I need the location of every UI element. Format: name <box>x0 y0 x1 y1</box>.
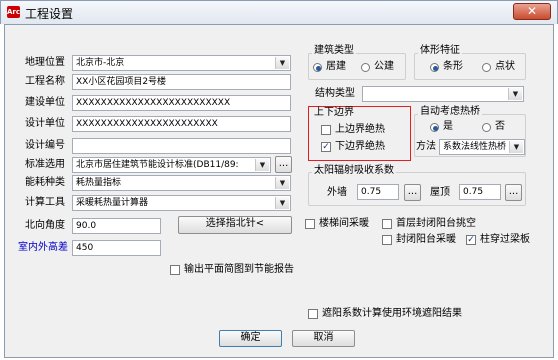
window-title: 工程设置 <box>25 7 74 21</box>
build-unit-field[interactable]: XXXXXXXXXXXXXXXXXXXXXXXXX <box>72 95 291 111</box>
energy-type-select[interactable]: 耗热量指标 ▼ <box>72 175 291 191</box>
column-beam-checkbox[interactable]: ✓ <box>466 235 476 245</box>
chevron-down-icon[interactable]: ▼ <box>255 159 269 171</box>
chevron-down-icon[interactable]: ▼ <box>509 141 523 153</box>
calc-tool-select[interactable]: 采暖耗热量计算器 ▼ <box>72 195 291 211</box>
roof-absorb-field[interactable]: 0.75 <box>459 184 501 200</box>
first-floor-balcony-label: 首层封闭阳台挑空 <box>396 218 476 229</box>
chevron-down-icon[interactable]: ▼ <box>275 57 289 69</box>
standard-browse-button[interactable]: ... <box>275 156 292 173</box>
structure-type-label: 结构类型 <box>315 88 355 99</box>
body-feature-radio-point[interactable] <box>482 63 491 72</box>
building-type-radio-public[interactable] <box>361 63 370 72</box>
chevron-down-icon[interactable]: ▼ <box>275 177 289 189</box>
structure-type-select[interactable]: ▼ <box>362 86 524 102</box>
building-type-residential-label: 居建 <box>326 61 346 72</box>
height-diff-field[interactable]: 450 <box>72 240 161 256</box>
thermal-bridge-radio-no[interactable] <box>482 123 491 132</box>
height-diff-label: 室内外高差 <box>18 242 68 253</box>
north-angle-field[interactable]: 90.0 <box>72 218 161 234</box>
stairwell-heating-label: 楼梯间采暖 <box>319 218 369 229</box>
upper-boundary-label: 上边界绝热 <box>335 124 385 135</box>
closed-balcony-heating-checkbox[interactable] <box>382 235 392 245</box>
thermal-bridge-yes-label: 是 <box>443 121 453 132</box>
design-no-label: 设计编号 <box>25 140 65 151</box>
roof-label: 屋顶 <box>430 187 450 198</box>
app-icon: Arc <box>7 6 21 18</box>
standard-select[interactable]: 北京市居住建筑节能设计标准(DB11/89: ▼ <box>72 157 271 173</box>
build-unit-label: 建设单位 <box>25 97 65 108</box>
energy-type-label: 能耗种类 <box>25 177 65 188</box>
energy-type-value: 耗热量指标 <box>76 178 122 188</box>
project-name-label: 工程名称 <box>25 76 65 87</box>
chevron-down-icon[interactable]: ▼ <box>508 88 522 100</box>
title-bar: Arc 工程设置 ✕ <box>0 0 558 24</box>
project-name-field[interactable]: XX小区花园项目2号楼 <box>72 74 291 90</box>
design-unit-field[interactable]: XXXXXXXXXXXXXXXXXXXXXXX <box>72 116 291 132</box>
location-select[interactable]: 北京市-北京 ▼ <box>72 55 291 71</box>
cancel-button[interactable]: 取消 <box>292 330 355 347</box>
solar-title: 太阳辐射吸收系数 <box>312 165 396 177</box>
stairwell-heating-checkbox[interactable] <box>305 219 315 229</box>
boundary-title: 上下边界 <box>312 107 356 119</box>
standard-value: 北京市居住建筑节能设计标准(DB11/89: <box>76 160 239 170</box>
column-beam-label: 柱穿过梁板 <box>480 234 530 245</box>
roof-browse-button[interactable]: ... <box>505 184 522 201</box>
first-floor-balcony-checkbox[interactable] <box>382 219 392 229</box>
body-feature-point-label: 点状 <box>495 61 515 72</box>
calc-tool-label: 计算工具 <box>25 197 65 208</box>
method-value: 系数法线性热桥 <box>443 142 507 152</box>
export-report-checkbox[interactable] <box>170 265 180 275</box>
lower-boundary-label: 下边界绝热 <box>335 141 385 152</box>
method-select[interactable]: 系数法线性热桥 ▼ <box>439 139 525 155</box>
wall-absorb-field[interactable]: 0.75 <box>357 184 399 200</box>
building-type-radio-residential[interactable] <box>313 63 322 72</box>
export-report-label: 输出平面简图到节能报告 <box>184 264 294 275</box>
design-no-field[interactable] <box>72 138 291 154</box>
shading-env-label: 遮阳系数计算使用环境遮阳结果 <box>322 308 462 319</box>
ok-button[interactable]: 确定 <box>219 330 282 347</box>
north-angle-label: 北向角度 <box>25 220 65 231</box>
closed-balcony-heating-label: 封闭阳台采暖 <box>396 234 456 245</box>
calc-tool-value: 采暖耗热量计算器 <box>76 198 149 208</box>
body-feature-strip-label: 条形 <box>443 61 463 72</box>
standard-label: 标准选用 <box>25 159 65 170</box>
wall-browse-button[interactable]: ... <box>404 184 421 201</box>
design-unit-label: 设计单位 <box>25 118 65 129</box>
wall-label: 外墙 <box>327 187 347 198</box>
thermal-bridge-radio-yes[interactable] <box>430 123 439 132</box>
chevron-down-icon[interactable]: ▼ <box>275 197 289 209</box>
building-type-public-label: 公建 <box>374 61 394 72</box>
lower-boundary-checkbox[interactable]: ✓ <box>321 142 331 152</box>
shading-env-checkbox[interactable] <box>308 309 318 319</box>
location-label: 地理位置 <box>25 57 65 68</box>
thermal-bridge-title: 自动考虑热桥 <box>418 106 482 118</box>
method-label: 方法 <box>416 141 436 152</box>
close-button[interactable]: ✕ <box>513 3 551 20</box>
choose-north-button[interactable]: 选择指北针< <box>178 216 292 234</box>
location-value: 北京市-北京 <box>76 58 125 68</box>
body-feature-radio-strip[interactable] <box>430 63 439 72</box>
thermal-bridge-no-label: 否 <box>495 121 505 132</box>
upper-boundary-checkbox[interactable] <box>321 125 331 135</box>
building-type-title: 建筑类型 <box>312 45 356 57</box>
body-feature-title: 体形特征 <box>418 45 462 57</box>
